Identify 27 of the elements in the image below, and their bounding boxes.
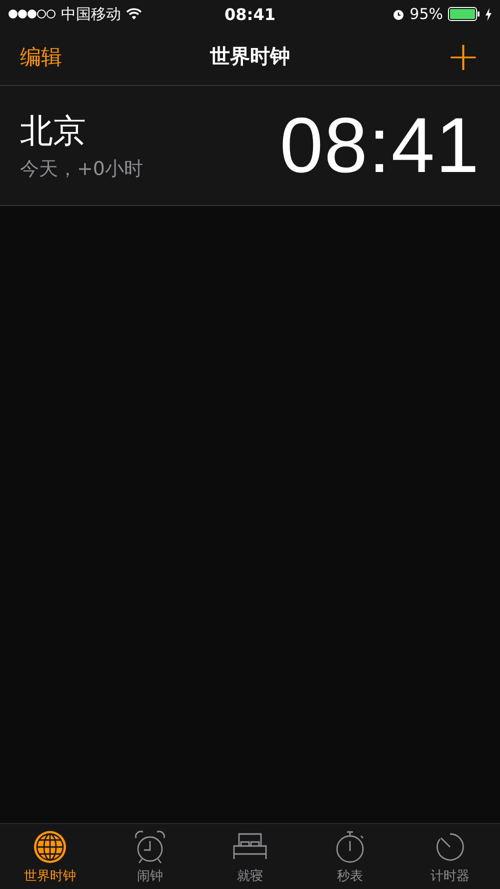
carrier-name: 中国移动 xyxy=(61,4,121,24)
tab-label: 就寝 xyxy=(237,868,263,884)
add-button[interactable]: + xyxy=(446,36,480,76)
status-time: 08:41 xyxy=(224,4,276,24)
tab[interactable]: 计时器 xyxy=(400,824,500,889)
tab-label: 世界时钟 xyxy=(24,868,76,884)
tab-label: 闹钟 xyxy=(137,868,163,884)
wifi-icon xyxy=(126,8,142,20)
charging-icon xyxy=(485,8,492,20)
screen-title: 世界时钟 xyxy=(210,43,290,70)
alarm-clock-icon xyxy=(132,828,168,864)
tab-label: 秒表 xyxy=(337,868,363,884)
tab[interactable]: 秒表 xyxy=(300,824,400,889)
tab[interactable]: 世界时钟 xyxy=(0,824,100,889)
city-name: 北京 xyxy=(20,110,87,152)
battery-percent: 95% xyxy=(410,5,443,23)
signal-icon xyxy=(8,9,56,19)
tab-label: 计时器 xyxy=(430,868,470,884)
clock-time: 08:41 xyxy=(280,100,480,191)
tab[interactable]: 就寝 xyxy=(200,824,300,889)
alarm-icon xyxy=(392,8,405,20)
time-offset: 今天，+0小时 xyxy=(20,157,144,182)
globe-icon xyxy=(32,828,68,864)
clock-row[interactable]: 北京 今天，+0小时 08:41 xyxy=(0,86,500,206)
tab[interactable]: 闹钟 xyxy=(100,824,200,889)
edit-button[interactable]: 编辑 xyxy=(20,42,62,70)
battery-icon xyxy=(448,7,480,21)
